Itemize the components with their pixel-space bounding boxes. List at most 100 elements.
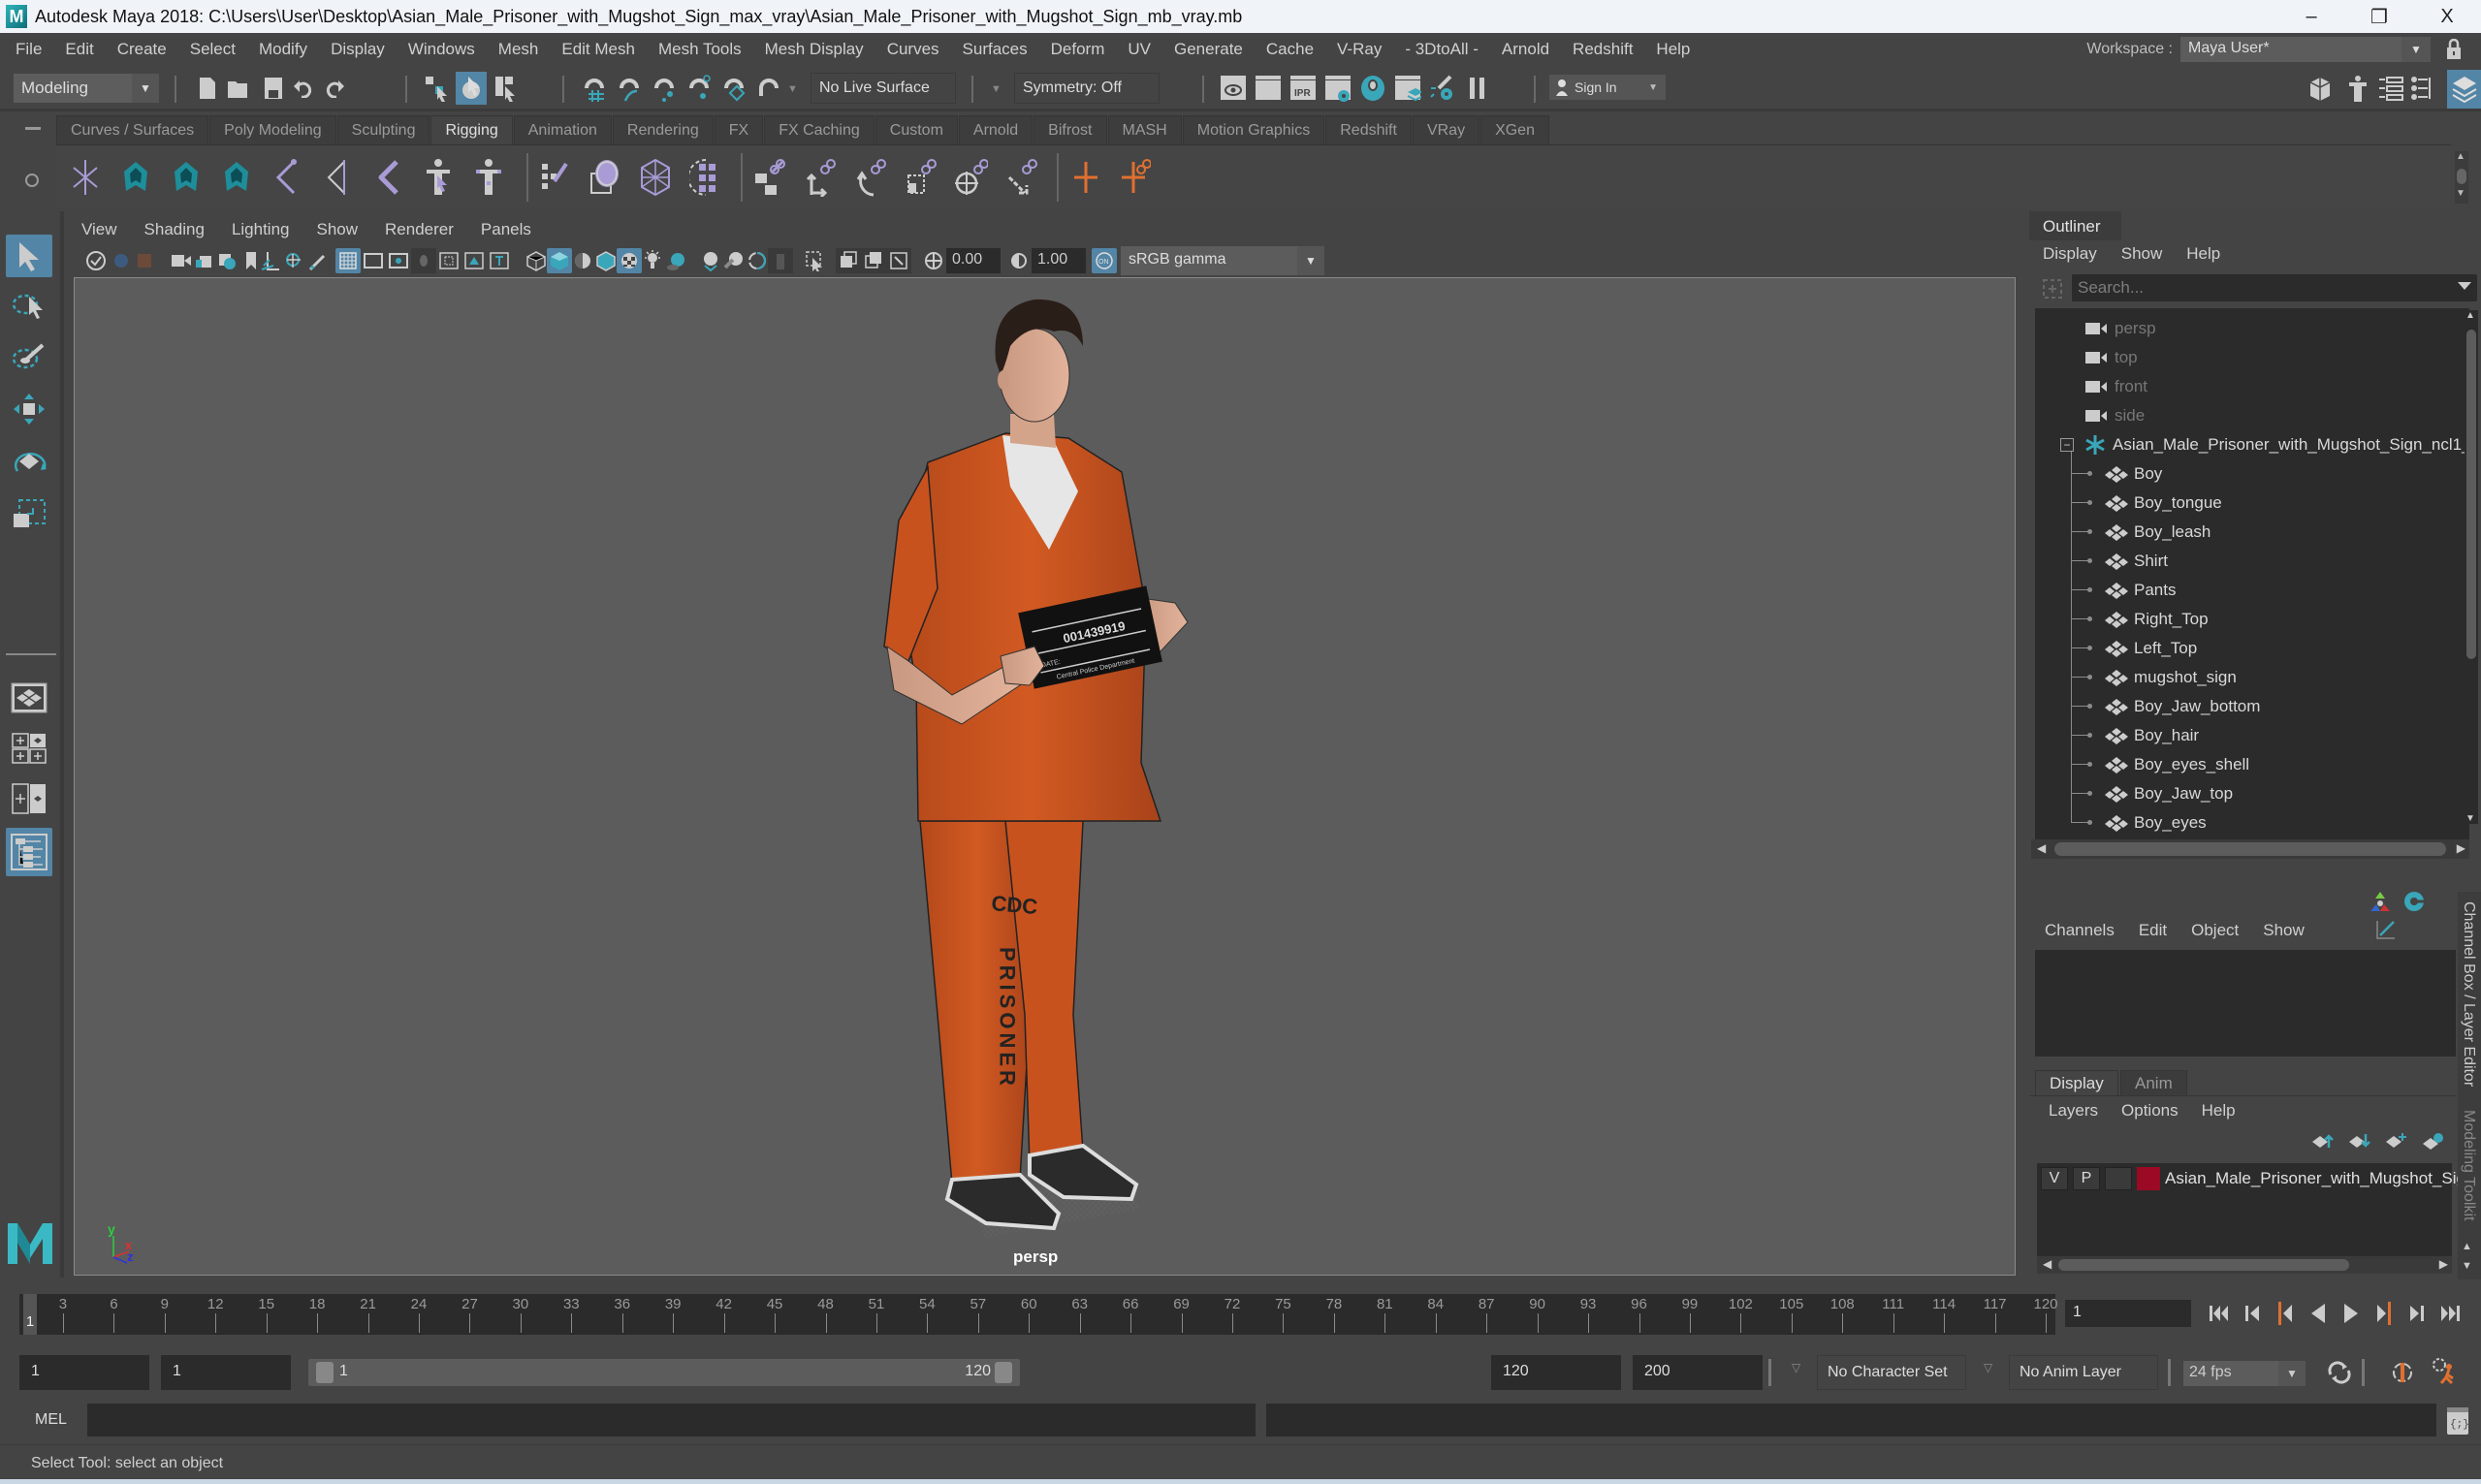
ik-spline-handle-icon[interactable] [318, 157, 357, 198]
exposure-field[interactable]: 0.00 [946, 248, 1001, 273]
chevron-down-icon[interactable] [2458, 282, 2471, 290]
list-item[interactable]: Boy_tongue [2103, 489, 2222, 518]
shelf-tab-fx-caching[interactable]: FX Caching [764, 115, 875, 144]
pause-icon[interactable] [1464, 74, 1491, 103]
list-item[interactable]: mugshot_sign [2103, 663, 2237, 692]
menu-deform[interactable]: Deform [1039, 40, 1117, 59]
aim-constraint-icon[interactable] [952, 157, 991, 198]
animation-preferences-icon[interactable] [2432, 1357, 2459, 1391]
scroll-thumb[interactable] [2466, 330, 2476, 659]
shelf-tab-rendering[interactable]: Rendering [612, 115, 714, 144]
scroll-thumb[interactable] [2054, 842, 2446, 856]
single-perspective-view-icon[interactable] [6, 677, 52, 719]
script-editor-icon[interactable]: {;} [2447, 1407, 2469, 1435]
list-item[interactable]: Left_Top [2103, 634, 2197, 663]
channel-menu-show[interactable]: Show [2263, 921, 2305, 940]
menu-uv[interactable]: UV [1116, 40, 1162, 59]
snap-to-point-icon[interactable] [652, 74, 679, 103]
symmetry-field[interactable]: Symmetry: Off [1014, 73, 1160, 104]
create-layer-from-selected-icon[interactable] [2421, 1132, 2444, 1150]
menu-mesh[interactable]: Mesh [487, 40, 551, 59]
list-item[interactable]: side [2083, 401, 2145, 430]
shelf-settings-icon[interactable] [25, 174, 39, 187]
parent-constraint-icon[interactable] [750, 157, 789, 198]
scroll-left-icon[interactable]: ◀ [2037, 841, 2046, 855]
multisample-aa-icon[interactable] [745, 248, 770, 273]
viewport-menu-renderer[interactable]: Renderer [385, 220, 454, 239]
select-by-object-icon[interactable] [456, 72, 487, 105]
list-item-group[interactable]: − Asian_Male_Prisoner_with_Mugshot_Sign_… [2060, 430, 2469, 459]
add-constrained-locator-icon[interactable] [1117, 157, 1156, 198]
cluster-icon[interactable] [686, 157, 725, 198]
close-button[interactable]: X [2413, 0, 2481, 33]
channel-menu-object[interactable]: Object [2191, 921, 2239, 940]
list-item[interactable]: top [2083, 343, 2138, 372]
select-camera-icon[interactable] [83, 248, 109, 273]
scroll-left-icon[interactable]: ◀ [2043, 1257, 2052, 1271]
list-item[interactable]: Boy_leash [2103, 518, 2211, 547]
list-item[interactable]: Boy_Jaw_bottom [2103, 692, 2260, 721]
gamma-icon[interactable] [1006, 248, 1032, 273]
open-scene-icon[interactable] [225, 74, 252, 103]
list-item[interactable]: Shirt [2103, 547, 2168, 576]
shelf-tab-sculpting[interactable]: Sculpting [336, 115, 430, 144]
scroll-right-icon[interactable]: ▶ [2439, 1257, 2448, 1271]
lock-icon[interactable] [2446, 39, 2462, 60]
loop-icon[interactable] [2327, 1361, 2352, 1389]
menu-select[interactable]: Select [178, 40, 247, 59]
list-item[interactable]: persp [2083, 314, 2156, 343]
list-item[interactable]: Right_Top [2103, 605, 2209, 634]
menu-edit-mesh[interactable]: Edit Mesh [550, 40, 647, 59]
wireframe-icon[interactable] [524, 248, 549, 273]
menu-modify[interactable]: Modify [247, 40, 319, 59]
scale-constraint-icon[interactable] [902, 157, 940, 198]
play-backwards-icon[interactable] [2307, 1302, 2329, 1325]
scroll-up-icon[interactable]: ▲ [2462, 1241, 2472, 1252]
minimize-button[interactable]: – [2277, 0, 2345, 33]
film-gate-icon[interactable] [361, 248, 386, 273]
attribute-editor-icon[interactable] [2377, 74, 2404, 103]
scroll-down-icon[interactable]: ▼ [2456, 188, 2465, 199]
go-to-end-icon[interactable] [2439, 1302, 2461, 1325]
menu-mesh-display[interactable]: Mesh Display [753, 40, 875, 59]
new-scene-icon[interactable] [194, 74, 221, 103]
list-item[interactable]: Pants [2103, 576, 2176, 605]
side-tab-modeling-toolkit[interactable]: Modeling Toolkit [2460, 1110, 2477, 1236]
playback-range-bar[interactable]: 1 120 [308, 1359, 1020, 1386]
snap-to-curve-icon[interactable] [617, 74, 644, 103]
resolution-gate-icon[interactable] [386, 248, 411, 273]
tool-settings-icon[interactable] [2410, 74, 2437, 103]
shelf-tab-rigging[interactable]: Rigging [430, 115, 513, 144]
menu-curves[interactable]: Curves [875, 40, 951, 59]
snap-to-projected-center-icon[interactable] [686, 74, 714, 103]
smooth-shade-icon[interactable] [547, 248, 572, 273]
outliner-menu-help[interactable]: Help [2186, 244, 2220, 264]
layer-row[interactable]: V P Asian_Male_Prisoner_with_Mugshot_Sig… [2037, 1163, 2474, 1194]
layer-menu-help[interactable]: Help [2202, 1101, 2236, 1121]
step-back-frame-icon[interactable] [2242, 1302, 2263, 1325]
outliner-horizontal-scrollbar[interactable]: ◀ ▶ [2031, 839, 2469, 859]
move-layer-down-icon[interactable] [2347, 1132, 2370, 1150]
go-to-start-icon[interactable] [2209, 1302, 2230, 1325]
point-constraint-icon[interactable] [801, 157, 840, 198]
scroll-thumb[interactable] [2058, 1259, 2349, 1271]
four-view-icon[interactable] [6, 727, 52, 770]
scroll-thumb[interactable] [2457, 169, 2466, 184]
add-locator-icon[interactable] [1066, 157, 1105, 198]
side-tab-channel-box[interactable]: Channel Box / Layer Editor [2460, 901, 2477, 1095]
save-scene-icon[interactable] [260, 74, 287, 103]
ik-handle-icon[interactable] [268, 157, 306, 198]
undo-icon[interactable] [291, 74, 318, 103]
menu-cache[interactable]: Cache [1255, 40, 1325, 59]
xray-joints-icon[interactable] [886, 248, 911, 273]
scroll-right-icon[interactable]: ▶ [2457, 841, 2465, 855]
exposure-icon[interactable] [921, 248, 946, 273]
step-back-key-icon[interactable] [2274, 1302, 2296, 1325]
select-tool-icon[interactable] [6, 235, 52, 277]
list-item[interactable]: Boy [2103, 459, 2162, 489]
shelf-tab-fx[interactable]: FX [714, 115, 764, 144]
quick-rig-icon[interactable] [116, 157, 155, 198]
menu-generate[interactable]: Generate [1162, 40, 1255, 59]
shelf-scrollbar[interactable]: ▲ ▼ [2455, 151, 2468, 204]
move-layer-up-icon[interactable] [2310, 1132, 2334, 1150]
